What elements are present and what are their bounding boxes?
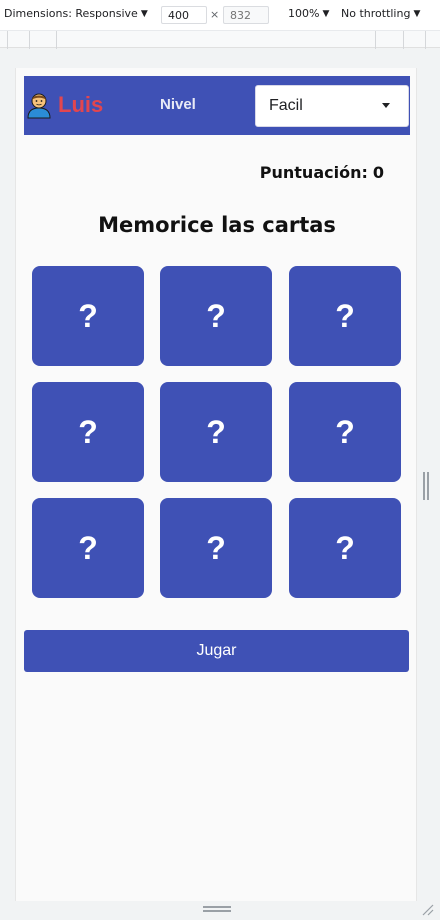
zoom-dropdown[interactable]: 100% ▼ — [288, 7, 329, 20]
level-selected-value: Facil — [269, 97, 303, 114]
level-select[interactable]: Facil — [255, 85, 409, 127]
devtools-device-toolbar: Dimensions: Responsive ▼ × 100% ▼ No thr… — [0, 0, 440, 30]
user-info: Luis — [26, 91, 103, 119]
memory-card[interactable]: ? — [32, 498, 144, 598]
dimensions-label: Dimensions: Responsive — [4, 7, 138, 20]
memory-card[interactable]: ? — [289, 266, 401, 366]
ruler-marker — [56, 31, 57, 49]
score-label: Puntuación: — [259, 163, 368, 182]
person-avatar-icon — [27, 93, 51, 119]
emulated-viewport: Luis Nivel Facil Puntuación: 0 Memorice l… — [15, 68, 417, 901]
card-grid: ? ? ? ? ? ? ? ? ? — [32, 266, 401, 598]
ruler-marker — [29, 31, 30, 49]
memory-card[interactable]: ? — [160, 498, 272, 598]
width-input[interactable] — [161, 6, 207, 24]
throttling-chevron-down-icon: ▼ — [413, 8, 421, 19]
height-input[interactable] — [223, 6, 269, 24]
score-value: 0 — [372, 163, 384, 182]
throttling-dropdown[interactable]: No throttling ▼ — [341, 7, 420, 20]
media-query-ruler[interactable] — [0, 30, 440, 49]
side-resize-handle[interactable] — [423, 472, 429, 500]
play-button[interactable]: Jugar — [24, 630, 409, 672]
throttling-label: No throttling — [341, 7, 411, 20]
bottom-resize-handle[interactable] — [203, 906, 231, 912]
memory-card[interactable]: ? — [32, 266, 144, 366]
memory-card[interactable]: ? — [289, 498, 401, 598]
user-name: Luis — [58, 92, 104, 117]
ruler-marker — [375, 31, 376, 49]
memory-card[interactable]: ? — [160, 382, 272, 482]
navbar: Luis Nivel Facil — [24, 76, 410, 135]
ruler-marker — [425, 31, 426, 49]
zoom-label: 100% — [288, 7, 320, 20]
dimensions-dropdown[interactable]: Dimensions: Responsive ▼ — [4, 7, 148, 20]
ruler-marker — [7, 31, 8, 49]
dimensions-chevron-down-icon: ▼ — [140, 8, 148, 19]
ruler-marker — [403, 31, 404, 49]
page-title: Memorice las cartas — [98, 213, 336, 237]
caret-down-icon — [382, 103, 390, 108]
zoom-chevron-down-icon: ▼ — [322, 8, 330, 19]
dimension-separator: × — [210, 8, 220, 21]
level-label: Nivel — [160, 96, 196, 113]
score-display: Puntuación: 0 — [260, 163, 384, 182]
resize-handle-icon[interactable] — [420, 902, 434, 916]
memory-card[interactable]: ? — [32, 382, 144, 482]
memory-card[interactable]: ? — [289, 382, 401, 482]
memory-card[interactable]: ? — [160, 266, 272, 366]
